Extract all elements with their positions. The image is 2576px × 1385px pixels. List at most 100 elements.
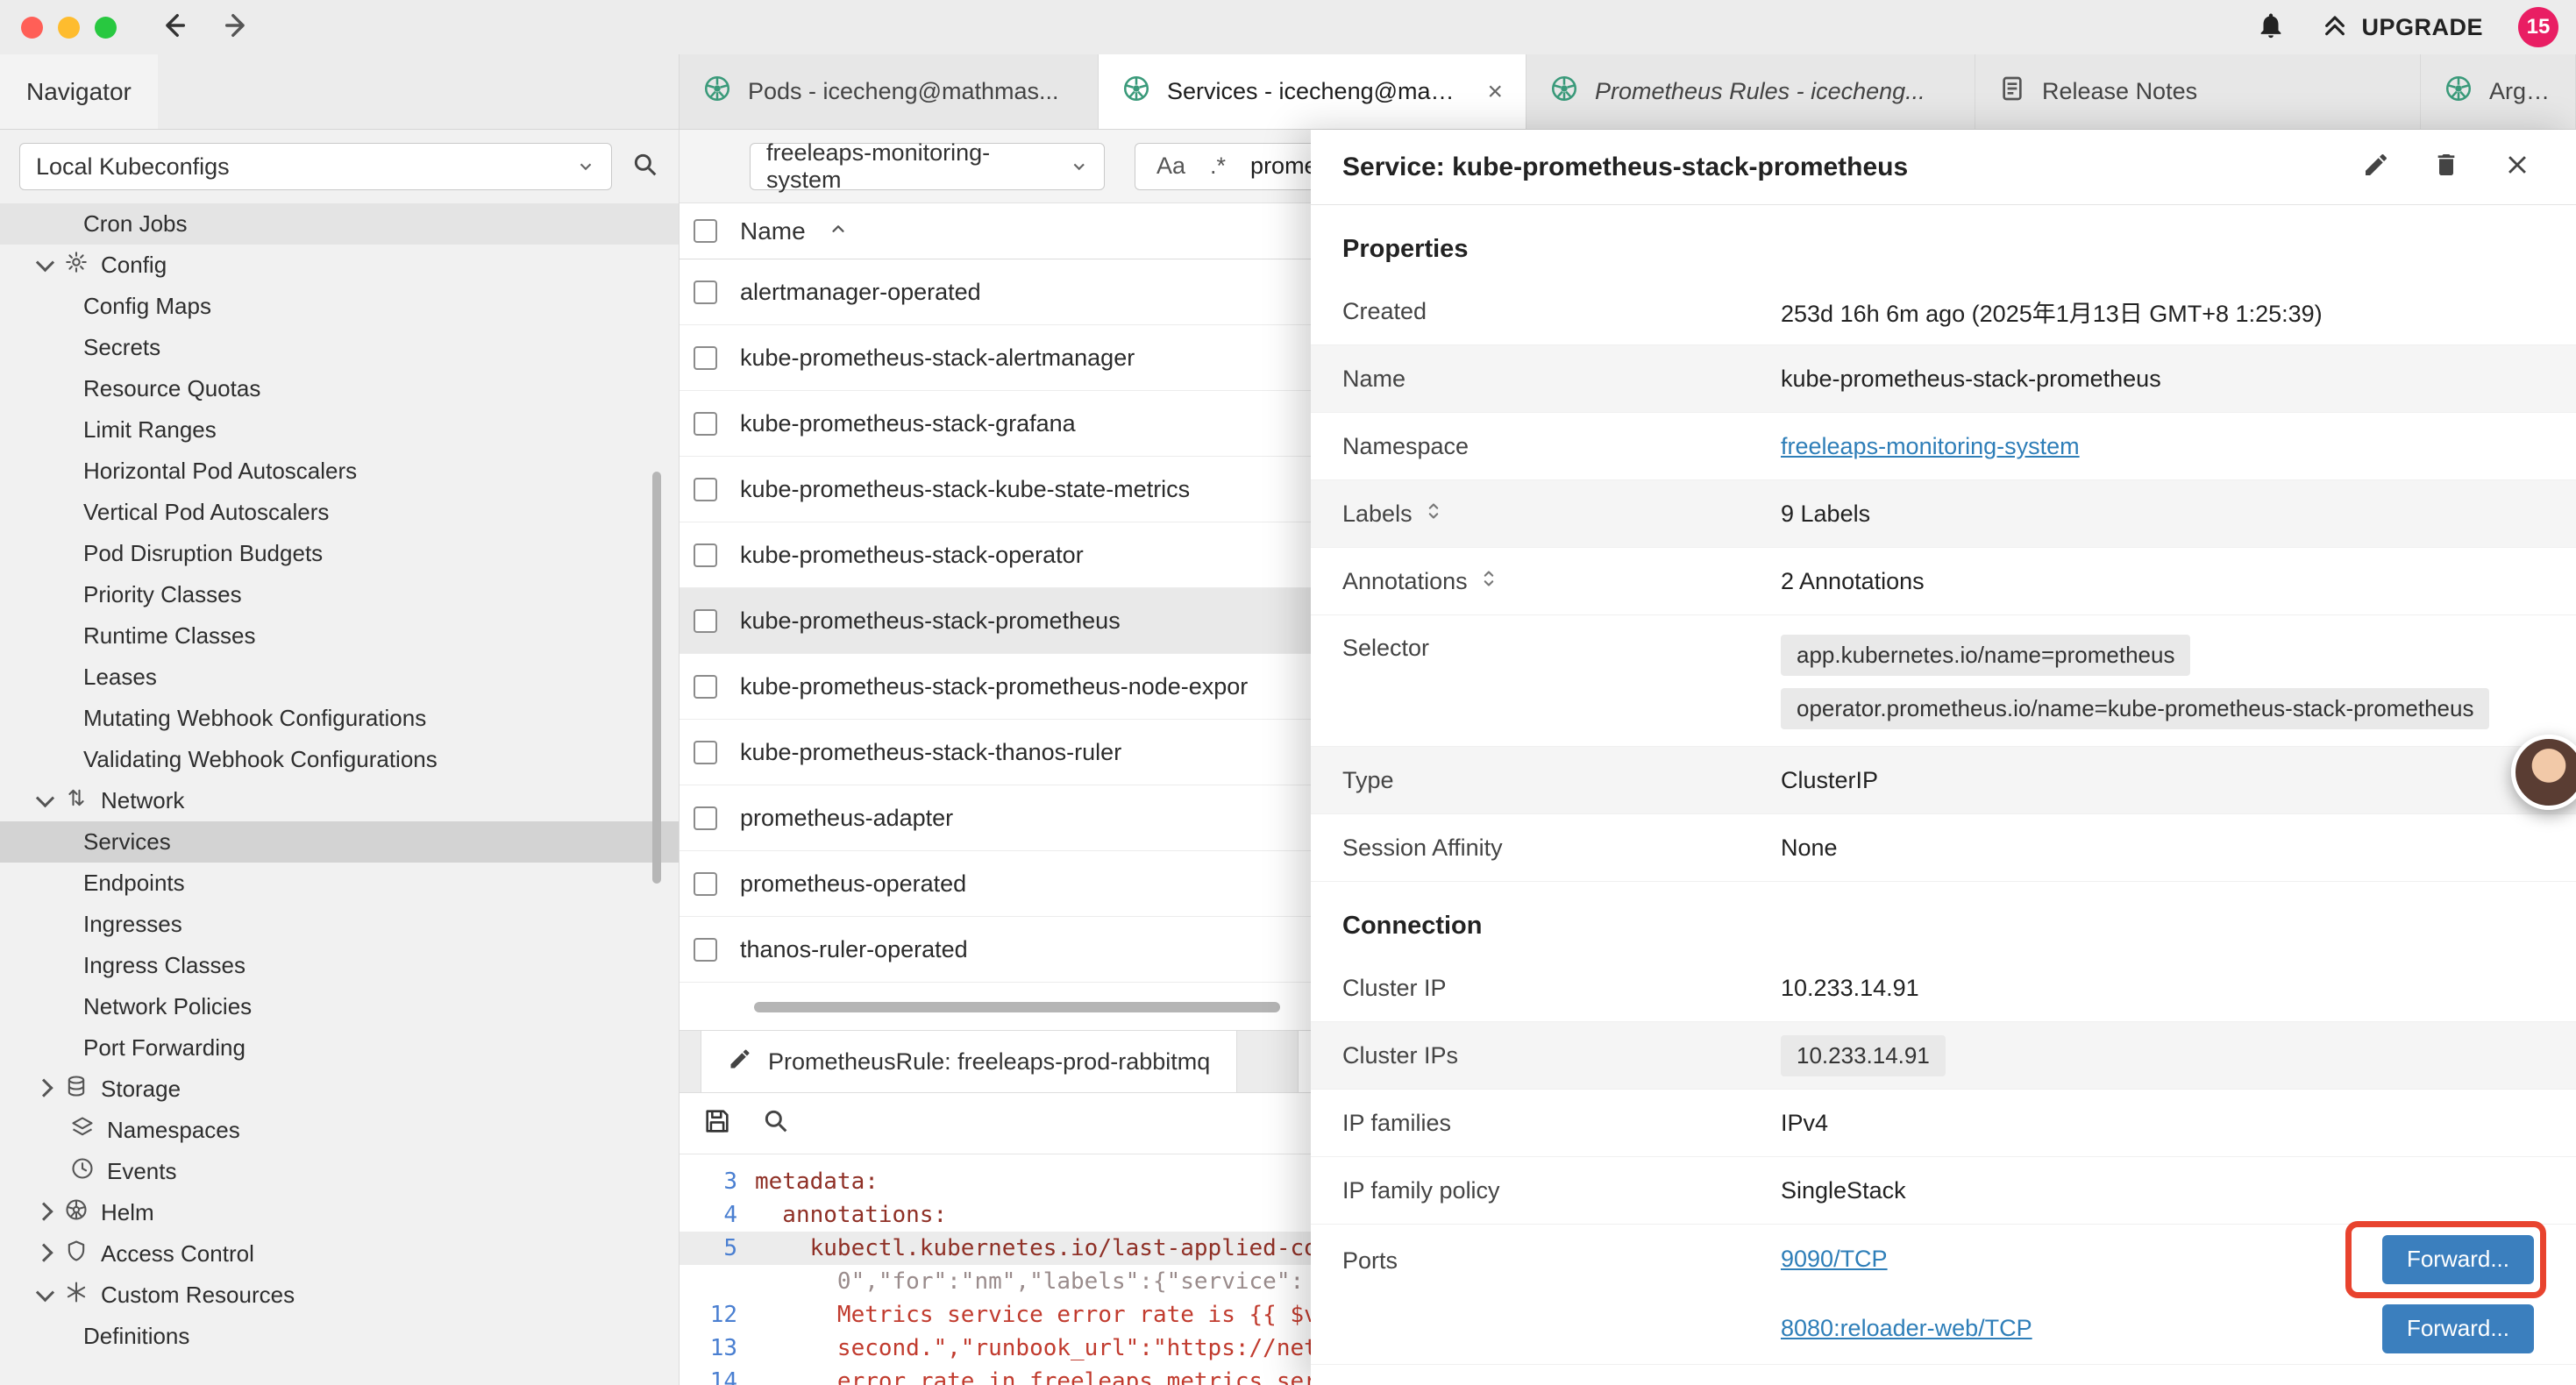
minimize-window-button[interactable] <box>58 17 80 39</box>
detail-label: Session Affinity <box>1342 835 1781 862</box>
chevron-down-icon[interactable] <box>36 253 54 272</box>
forward-button[interactable]: Forward... <box>2382 1235 2534 1284</box>
maximize-window-button[interactable] <box>95 17 117 39</box>
upgrade-button[interactable]: UPGRADE <box>2321 11 2483 45</box>
sidebar-item-secrets[interactable]: Secrets <box>0 327 679 368</box>
row-checkbox[interactable] <box>694 478 717 501</box>
sidebar-item-priority-classes[interactable]: Priority Classes <box>0 574 679 615</box>
namespace-select[interactable]: freeleaps-monitoring-system <box>750 143 1105 190</box>
sidebar-item-port-forwarding[interactable]: Port Forwarding <box>0 1027 679 1069</box>
sidebar-item-label: Cron Jobs <box>83 210 188 238</box>
tab-prometheus-rules[interactable]: Prometheus Rules - icecheng... <box>1526 54 1975 129</box>
sort-ascending-icon[interactable] <box>829 217 848 245</box>
row-checkbox[interactable] <box>694 609 717 633</box>
dock-tab-prometheusrule[interactable]: PrometheusRule: freeleaps-prod-rabbitmq <box>701 1031 1237 1092</box>
trash-icon[interactable] <box>2432 151 2460 183</box>
save-icon[interactable] <box>702 1106 732 1140</box>
search-query[interactable]: prome <box>1250 153 1318 180</box>
match-case-toggle[interactable]: Aa <box>1156 153 1185 180</box>
detail-row-ip-family-policy: IP family policy SingleStack <box>1311 1157 2576 1225</box>
sort-updown-icon[interactable] <box>1480 567 1498 596</box>
row-checkbox[interactable] <box>694 412 717 436</box>
sidebar-item-limit-ranges[interactable]: Limit Ranges <box>0 409 679 451</box>
row-checkbox[interactable] <box>694 938 717 962</box>
tab-close-icon[interactable]: × <box>1487 79 1503 105</box>
row-checkbox[interactable] <box>694 675 717 699</box>
sidebar-search-icon[interactable] <box>631 151 659 183</box>
chevron-down-icon <box>576 157 595 176</box>
detail-row-selector: Selector app.kubernetes.io/name=promethe… <box>1311 615 2576 747</box>
name-column-header[interactable]: Name <box>740 217 806 245</box>
detail-row-annotations: Annotations 2 Annotations <box>1311 548 2576 615</box>
sidebar-item-cron-jobs[interactable]: Cron Jobs <box>0 203 679 245</box>
row-checkbox[interactable] <box>694 741 717 764</box>
row-checkbox[interactable] <box>694 346 717 370</box>
back-icon[interactable] <box>159 11 189 45</box>
clock-icon <box>70 1156 95 1187</box>
chevron-right-icon[interactable] <box>34 1078 53 1097</box>
detail-row-ip-families: IP families IPv4 <box>1311 1090 2576 1157</box>
chevron-right-icon[interactable] <box>34 1243 53 1261</box>
sidebar-item-ingress-classes[interactable]: Ingress Classes <box>0 945 679 986</box>
sidebar-item-endpoints[interactable]: Endpoints <box>0 863 679 904</box>
sidebar-item-services[interactable]: Services <box>0 821 679 863</box>
chevron-down-icon[interactable] <box>36 789 54 807</box>
connection-section-heading: Connection <box>1342 912 2544 941</box>
tab-pods[interactable]: Pods - icecheng@mathmas... <box>680 54 1099 129</box>
kubeconfig-select[interactable]: Local Kubeconfigs <box>19 143 612 190</box>
detail-value: IPv4 <box>1781 1110 1828 1137</box>
sidebar-item-label: Limit Ranges <box>83 416 217 444</box>
row-checkbox[interactable] <box>694 872 717 896</box>
forward-icon[interactable] <box>222 11 252 45</box>
sidebar-item-network[interactable]: Network <box>0 780 679 821</box>
sidebar-item-pod-disruption-budgets[interactable]: Pod Disruption Budgets <box>0 533 679 574</box>
sidebar-item-namespaces[interactable]: Namespaces <box>0 1110 679 1151</box>
row-checkbox[interactable] <box>694 806 717 830</box>
sidebar-scrollbar[interactable] <box>652 472 661 884</box>
sidebar-item-resource-quotas[interactable]: Resource Quotas <box>0 368 679 409</box>
service-name: kube-prometheus-stack-thanos-ruler <box>740 739 1121 766</box>
sidebar-item-definitions[interactable]: Definitions <box>0 1316 679 1357</box>
sidebar-item-leases[interactable]: Leases <box>0 657 679 698</box>
namespace-link[interactable]: freeleaps-monitoring-system <box>1781 433 2080 460</box>
sidebar-item-custom-resources[interactable]: Custom Resources <box>0 1275 679 1316</box>
sidebar-item-network-policies[interactable]: Network Policies <box>0 986 679 1027</box>
sidebar-item-validating-webhook-configurations[interactable]: Validating Webhook Configurations <box>0 739 679 780</box>
sidebar-item-access-control[interactable]: Access Control <box>0 1233 679 1275</box>
port-link-9090[interactable]: 9090/TCP <box>1781 1246 1888 1273</box>
select-all-checkbox[interactable] <box>694 219 717 243</box>
tab-argo[interactable]: Argo S <box>2421 54 2576 129</box>
edit-pencil-icon[interactable] <box>2362 151 2390 183</box>
edit-pencil-icon <box>728 1047 752 1077</box>
close-window-button[interactable] <box>21 17 43 39</box>
tab-release-notes[interactable]: Release Notes <box>1975 54 2421 129</box>
chevron-right-icon[interactable] <box>34 1202 53 1220</box>
notification-count-badge[interactable]: 15 <box>2518 7 2558 47</box>
sort-updown-icon[interactable] <box>1425 500 1442 529</box>
chevron-down-icon[interactable] <box>36 1283 54 1302</box>
sidebar-item-label: Vertical Pod Autoscalers <box>83 499 329 526</box>
sidebar-item-runtime-classes[interactable]: Runtime Classes <box>0 615 679 657</box>
close-icon[interactable] <box>2502 150 2532 184</box>
sidebar-item-vertical-pod-autoscalers[interactable]: Vertical Pod Autoscalers <box>0 492 679 533</box>
notifications-bell-icon[interactable] <box>2256 11 2286 45</box>
tab-services[interactable]: Services - icecheng@math... × <box>1099 54 1526 129</box>
sidebar-item-config-maps[interactable]: Config Maps <box>0 286 679 327</box>
row-checkbox[interactable] <box>694 543 717 567</box>
sidebar-item-events[interactable]: Events <box>0 1151 679 1192</box>
sidebar-item-horizontal-pod-autoscalers[interactable]: Horizontal Pod Autoscalers <box>0 451 679 492</box>
row-checkbox[interactable] <box>694 281 717 304</box>
sidebar-item-config[interactable]: Config <box>0 245 679 286</box>
sidebar-item-label: Resource Quotas <box>83 375 260 402</box>
regex-toggle[interactable]: .* <box>1210 153 1226 180</box>
detail-label: Ports <box>1342 1225 1781 1275</box>
horizontal-scrollbar[interactable] <box>754 1002 1280 1012</box>
sidebar-item-storage[interactable]: Storage <box>0 1069 679 1110</box>
sidebar-item-mutating-webhook-configurations[interactable]: Mutating Webhook Configurations <box>0 698 679 739</box>
port-link-8080[interactable]: 8080:reloader-web/TCP <box>1781 1315 2032 1342</box>
sidebar-item-ingresses[interactable]: Ingresses <box>0 904 679 945</box>
detail-label: Annotations <box>1342 568 1468 595</box>
editor-search-icon[interactable] <box>762 1107 790 1140</box>
sidebar-item-helm[interactable]: Helm <box>0 1192 679 1233</box>
forward-button[interactable]: Forward... <box>2382 1304 2534 1353</box>
